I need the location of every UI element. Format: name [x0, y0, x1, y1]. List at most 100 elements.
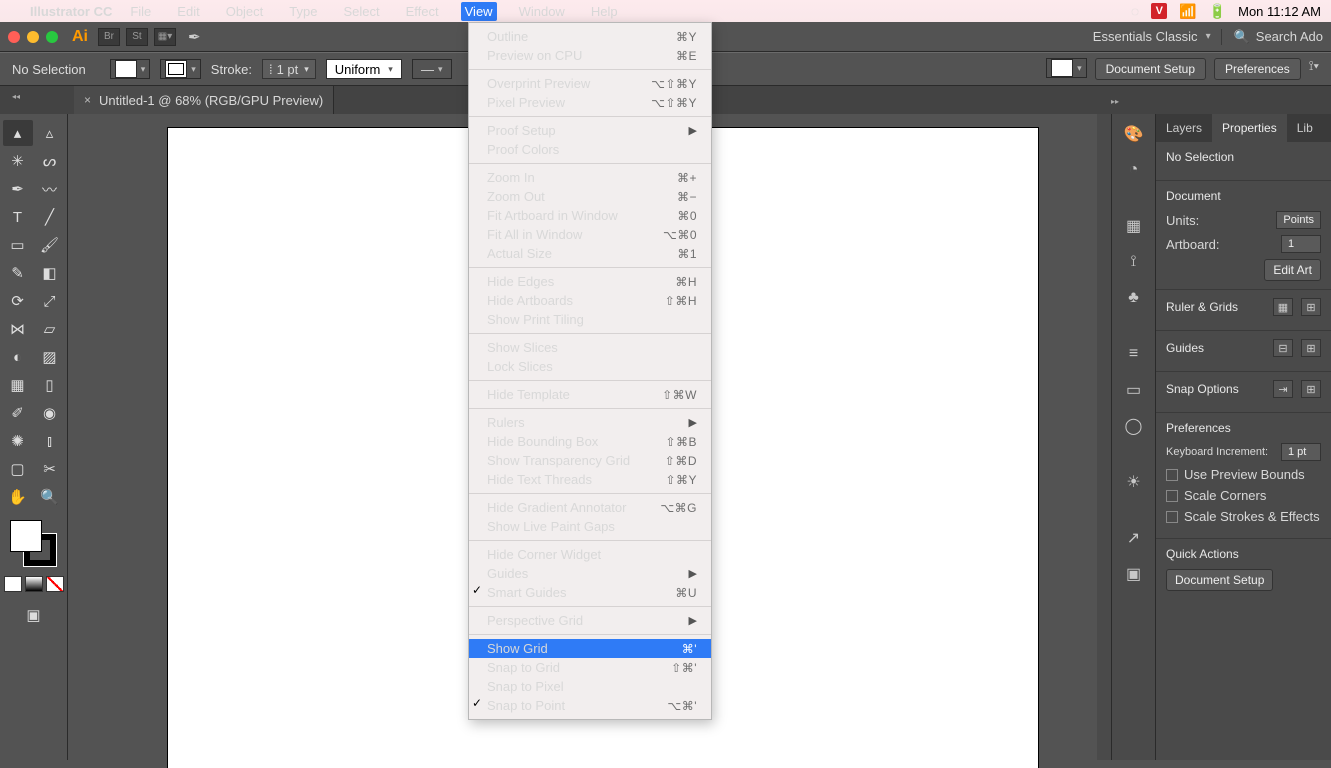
cc-icon[interactable]: ◌: [1131, 3, 1139, 19]
chk-scale-strokes[interactable]: Scale Strokes & Effects: [1166, 509, 1321, 524]
kbd-incr-field[interactable]: 1 pt: [1281, 443, 1321, 461]
arrange-icon[interactable]: ▦▾: [154, 28, 176, 46]
menu-item-zoom-in[interactable]: Zoom In⌘+: [469, 168, 711, 187]
color-panel-icon[interactable]: 🎨: [1120, 122, 1148, 146]
snap2-icon[interactable]: ⊞: [1301, 380, 1321, 398]
opacity-swatch[interactable]: ▾: [1046, 58, 1087, 78]
asset-export-icon[interactable]: ↗: [1120, 526, 1148, 550]
menu-item-show-live-paint-gaps[interactable]: Show Live Paint Gaps: [469, 517, 711, 536]
slice-tool[interactable]: ✂: [35, 456, 65, 482]
workspace-switcher[interactable]: Essentials Classic ▾: [1093, 29, 1211, 44]
menu-file[interactable]: File: [126, 2, 155, 21]
hand-tool[interactable]: ✋: [3, 484, 33, 510]
menu-help[interactable]: Help: [587, 2, 622, 21]
magic-wand-tool[interactable]: ✳: [3, 148, 33, 174]
screen-mode-icon[interactable]: ▣: [19, 602, 49, 628]
menu-item-proof-setup[interactable]: Proof Setup▶: [469, 121, 711, 140]
menu-item-outline[interactable]: Outline⌘Y: [469, 27, 711, 46]
symbols-panel-icon[interactable]: ♣: [1120, 286, 1148, 310]
align-icon[interactable]: ⟟▾: [1309, 58, 1319, 80]
stroke-weight-field[interactable]: ⁞1 pt▾: [262, 59, 316, 79]
menu-item-actual-size[interactable]: Actual Size⌘1: [469, 244, 711, 263]
bridge-icon[interactable]: Br: [98, 28, 120, 46]
menu-item-snap-to-grid[interactable]: Snap to Grid⇧⌘': [469, 658, 711, 677]
grid-icon[interactable]: ⊞: [1301, 298, 1321, 316]
menu-item-overprint-preview[interactable]: Overprint Preview⌥⇧⌘Y: [469, 74, 711, 93]
menu-select[interactable]: Select: [339, 2, 383, 21]
collapse-panels-icon[interactable]: [1111, 92, 1131, 100]
symbol-sprayer-tool[interactable]: ✺: [3, 428, 33, 454]
menu-item-proof-colors[interactable]: Proof Colors: [469, 140, 711, 159]
guides2-icon[interactable]: ⊞: [1301, 339, 1321, 357]
menu-item-hide-artboards[interactable]: Hide Artboards⇧⌘H: [469, 291, 711, 310]
tab-libraries[interactable]: Lib: [1287, 114, 1323, 142]
vertical-scrollbar[interactable]: [1097, 114, 1111, 760]
mesh-tool[interactable]: ▦: [3, 372, 33, 398]
menu-item-smart-guides[interactable]: ✓Smart Guides⌘U: [469, 583, 711, 602]
chk-preview-bounds[interactable]: Use Preview Bounds: [1166, 467, 1321, 482]
none-mode-icon[interactable]: [46, 576, 64, 592]
units-field[interactable]: Points: [1276, 211, 1321, 229]
tab-layers[interactable]: Layers: [1156, 114, 1212, 142]
color-mode-icon[interactable]: [4, 576, 22, 592]
rectangle-tool[interactable]: ▭: [3, 232, 33, 258]
selection-tool[interactable]: ▴: [3, 120, 33, 146]
menu-item-snap-to-point[interactable]: ✓Snap to Point⌥⌘': [469, 696, 711, 715]
quick-doc-setup-button[interactable]: Document Setup: [1166, 569, 1273, 591]
menu-item-preview-on-cpu[interactable]: Preview on CPU⌘E: [469, 46, 711, 65]
artboard-tool[interactable]: ▢: [3, 456, 33, 482]
profile-dropdown[interactable]: Uniform▾: [326, 59, 402, 79]
menu-item-show-grid[interactable]: Show Grid⌘': [469, 639, 711, 658]
battery-icon[interactable]: 🔋: [1209, 3, 1226, 20]
menu-item-show-slices[interactable]: Show Slices: [469, 338, 711, 357]
stroke-swatch[interactable]: ▾: [160, 59, 201, 79]
gradient-tool[interactable]: ▯: [35, 372, 65, 398]
menu-item-zoom-out[interactable]: Zoom Out⌘−: [469, 187, 711, 206]
blend-tool[interactable]: ◉: [35, 400, 65, 426]
width-tool[interactable]: ⋈: [3, 316, 33, 342]
menu-item-snap-to-pixel[interactable]: Snap to Pixel: [469, 677, 711, 696]
collapse-tools-icon[interactable]: [6, 92, 26, 100]
shaper-tool[interactable]: ✎: [3, 260, 33, 286]
menu-item-hide-corner-widget[interactable]: Hide Corner Widget: [469, 545, 711, 564]
menu-item-hide-text-threads[interactable]: Hide Text Threads⇧⌘Y: [469, 470, 711, 489]
close-icon[interactable]: ×: [84, 93, 91, 107]
brushes-panel-icon[interactable]: ⟟: [1120, 250, 1148, 274]
transparency-panel-icon[interactable]: ◯: [1120, 414, 1148, 438]
menu-item-lock-slices[interactable]: Lock Slices: [469, 357, 711, 376]
window-controls[interactable]: [8, 31, 58, 43]
line-tool[interactable]: ╱: [35, 204, 65, 230]
paintbrush-tool[interactable]: 🖌: [35, 232, 65, 258]
menu-edit[interactable]: Edit: [173, 2, 203, 21]
direct-selection-tool[interactable]: ▵: [35, 120, 65, 146]
menu-effect[interactable]: Effect: [402, 2, 443, 21]
brush-icon[interactable]: ✒: [188, 28, 201, 46]
eyedropper-tool[interactable]: ✐: [3, 400, 33, 426]
scale-tool[interactable]: ⤢: [35, 288, 65, 314]
perspective-tool[interactable]: ▨: [35, 344, 65, 370]
menu-item-hide-gradient-annotator[interactable]: Hide Gradient Annotator⌥⌘G: [469, 498, 711, 517]
stroke-panel-icon[interactable]: ≡: [1120, 342, 1148, 366]
menu-type[interactable]: Type: [285, 2, 321, 21]
tab-properties[interactable]: Properties: [1212, 114, 1287, 142]
menu-item-fit-all-in-window[interactable]: Fit All in Window⌥⌘0: [469, 225, 711, 244]
snap-icon[interactable]: ⇥: [1273, 380, 1293, 398]
graph-tool[interactable]: ⫾: [35, 428, 65, 454]
preferences-button[interactable]: Preferences: [1214, 58, 1301, 80]
ruler-icon[interactable]: ▦: [1273, 298, 1293, 316]
eraser-tool[interactable]: ◧: [35, 260, 65, 286]
menu-item-rulers[interactable]: Rulers▶: [469, 413, 711, 432]
wifi-icon[interactable]: 📶: [1179, 3, 1196, 20]
fill-color-icon[interactable]: [10, 520, 42, 552]
pen-tool[interactable]: ✒: [3, 176, 33, 202]
search-box[interactable]: 🔍 Search Ado: [1221, 29, 1323, 45]
menu-item-perspective-grid[interactable]: Perspective Grid▶: [469, 611, 711, 630]
fill-stroke-control[interactable]: [10, 520, 58, 568]
v-icon[interactable]: V: [1151, 3, 1167, 19]
artboard-field[interactable]: 1: [1281, 235, 1321, 253]
menu-item-fit-artboard-in-window[interactable]: Fit Artboard in Window⌘0: [469, 206, 711, 225]
type-tool[interactable]: T: [3, 204, 33, 230]
curvature-tool[interactable]: 〰: [35, 176, 65, 202]
menu-item-hide-edges[interactable]: Hide Edges⌘H: [469, 272, 711, 291]
menu-item-pixel-preview[interactable]: Pixel Preview⌥⇧⌘Y: [469, 93, 711, 112]
